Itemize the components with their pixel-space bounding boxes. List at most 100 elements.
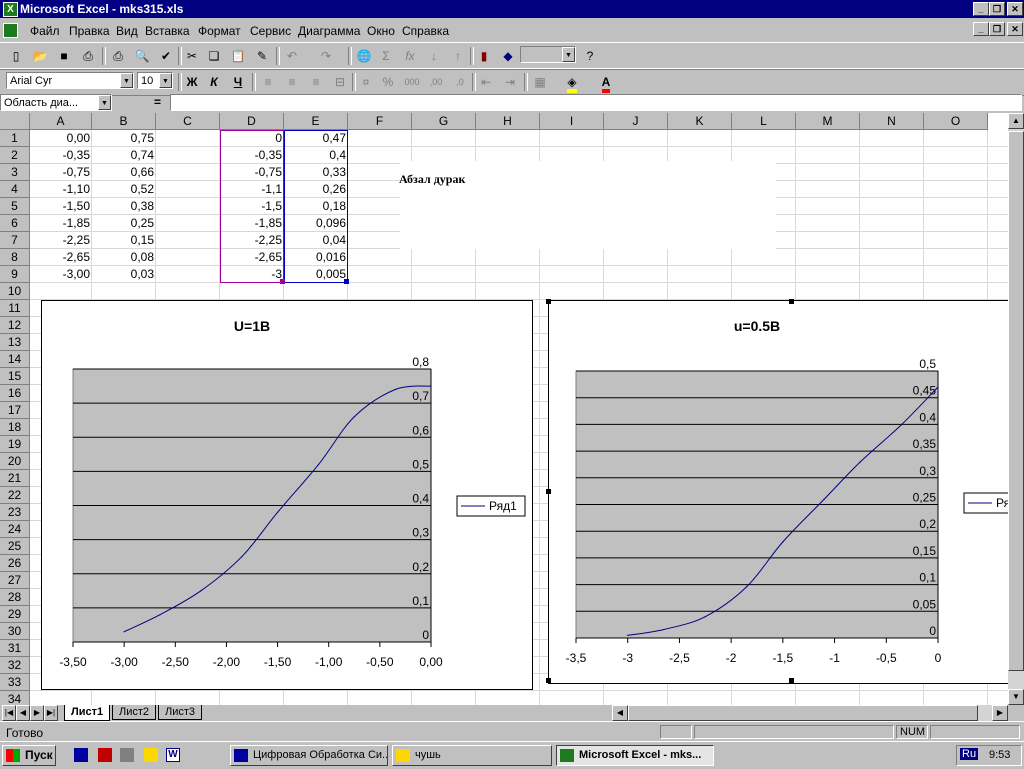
name-box[interactable]: Область диа... ▼	[0, 94, 112, 111]
quicklaunch-4-icon[interactable]	[144, 748, 158, 762]
y-range-handle[interactable]	[344, 279, 349, 284]
row-header-32[interactable]: 32	[0, 657, 30, 674]
workbook-icon[interactable]	[3, 23, 18, 38]
row-header-6[interactable]: 6	[0, 215, 30, 232]
row-header-23[interactable]: 23	[0, 504, 30, 521]
spelling-icon[interactable]: ✔	[156, 46, 176, 66]
column-header-i[interactable]: I	[540, 113, 604, 130]
row-header-30[interactable]: 30	[0, 623, 30, 640]
menu-chart[interactable]: Диаграмма	[298, 24, 360, 38]
increase-decimal-button[interactable]: ,00	[426, 72, 446, 92]
borders-icon[interactable]: ▦	[530, 72, 550, 92]
last-sheet-button[interactable]: ▶|	[44, 705, 58, 721]
chart-handle-bc[interactable]	[789, 678, 794, 683]
cell-b9[interactable]: 0,03	[92, 266, 156, 283]
column-header-c[interactable]: C	[156, 113, 220, 130]
print-preview-icon[interactable]: ⎙	[78, 46, 98, 66]
scroll-thumb[interactable]	[1008, 131, 1024, 671]
align-right-icon[interactable]: ≡	[306, 72, 326, 92]
sort-asc-icon[interactable]: ↓	[424, 46, 444, 66]
preview-icon[interactable]: 🔍	[132, 46, 152, 66]
currency-icon[interactable]: ¤	[356, 72, 376, 92]
start-button[interactable]: Пуск	[2, 745, 56, 766]
drawing-icon[interactable]: ◆	[498, 46, 518, 66]
column-header-f[interactable]: F	[348, 113, 412, 130]
chart-handle-tc[interactable]	[789, 299, 794, 304]
quicklaunch-3-icon[interactable]	[120, 748, 134, 762]
row-header-8[interactable]: 8	[0, 249, 30, 266]
row-header-25[interactable]: 25	[0, 538, 30, 555]
menu-edit[interactable]: Правка	[69, 24, 110, 38]
x-range-handle[interactable]	[280, 279, 285, 284]
align-center-icon[interactable]: ≡	[282, 72, 302, 92]
column-header-k[interactable]: K	[668, 113, 732, 130]
save-icon[interactable]: ■	[54, 46, 74, 66]
excel-app-icon[interactable]: X	[3, 2, 18, 17]
column-header-e[interactable]: E	[284, 113, 348, 130]
menu-window[interactable]: Окно	[367, 24, 395, 38]
menu-format[interactable]: Формат	[198, 24, 241, 38]
row-header-20[interactable]: 20	[0, 453, 30, 470]
cell-a6[interactable]: -1,85	[30, 215, 92, 232]
prev-sheet-button[interactable]: ◀	[16, 705, 30, 721]
cell-b2[interactable]: 0,74	[92, 147, 156, 164]
row-header-9[interactable]: 9	[0, 266, 30, 283]
font-name-combo[interactable]: Arial Cyr ▼	[6, 72, 134, 89]
chart-handle-bl[interactable]	[546, 678, 551, 683]
font-size-combo[interactable]: 10 ▼	[137, 72, 173, 89]
task-excel[interactable]: Microsoft Excel - mks...	[556, 745, 714, 766]
column-header-l[interactable]: L	[732, 113, 796, 130]
column-header-h[interactable]: H	[476, 113, 540, 130]
cell-a4[interactable]: -1,10	[30, 181, 92, 198]
worksheet-grid[interactable]: ABCDEFGHIJKLMNO 1 2 3 4 5 6 7 8 9 10 11 12 13 14 15 16 1…	[0, 113, 1008, 705]
decrease-decimal-button[interactable]: ,0	[450, 72, 470, 92]
cell-a3[interactable]: -0,75	[30, 164, 92, 181]
percent-button[interactable]: %	[378, 72, 398, 92]
cell-a8[interactable]: -2,65	[30, 249, 92, 266]
font-color-icon[interactable]: A	[596, 72, 616, 93]
column-header-o[interactable]: O	[924, 113, 988, 130]
row-header-12[interactable]: 12	[0, 317, 30, 334]
help-icon[interactable]: ?	[580, 46, 600, 66]
row-header-10[interactable]: 10	[0, 283, 30, 300]
cell-a1[interactable]: 0,00	[30, 130, 92, 147]
row-header-27[interactable]: 27	[0, 572, 30, 589]
row-header-19[interactable]: 19	[0, 436, 30, 453]
task-folder[interactable]: чушь	[392, 745, 552, 766]
menu-file[interactable]: Файл	[30, 24, 60, 38]
bold-button[interactable]: Ж	[182, 72, 202, 92]
row-header-34[interactable]: 34	[0, 691, 30, 705]
merge-center-icon[interactable]: ⊟	[330, 72, 350, 92]
row-header-31[interactable]: 31	[0, 640, 30, 657]
close-button[interactable]: ✕	[1007, 2, 1023, 16]
cell-b5[interactable]: 0,38	[92, 198, 156, 215]
align-left-icon[interactable]: ≡	[258, 72, 278, 92]
chart-wizard-icon[interactable]: ▮	[474, 46, 494, 66]
formula-input[interactable]	[170, 94, 1022, 111]
row-header-11[interactable]: 11	[0, 300, 30, 317]
cell-b8[interactable]: 0,08	[92, 249, 156, 266]
row-header-14[interactable]: 14	[0, 351, 30, 368]
row-header-5[interactable]: 5	[0, 198, 30, 215]
horizontal-scrollbar[interactable]: ◀ ▶	[612, 705, 1008, 721]
row-header-3[interactable]: 3	[0, 164, 30, 181]
cell-a7[interactable]: -2,25	[30, 232, 92, 249]
open-icon[interactable]: 📂	[30, 46, 50, 66]
menu-help[interactable]: Справка	[402, 24, 449, 38]
row-header-17[interactable]: 17	[0, 402, 30, 419]
hscroll-thumb[interactable]	[628, 705, 978, 721]
column-header-d[interactable]: D	[220, 113, 284, 130]
quicklaunch-1-icon[interactable]	[74, 748, 88, 762]
row-header-26[interactable]: 26	[0, 555, 30, 572]
row-header-33[interactable]: 33	[0, 674, 30, 691]
column-header-b[interactable]: B	[92, 113, 156, 130]
scroll-up-button[interactable]: ▲	[1008, 113, 1024, 129]
row-header-29[interactable]: 29	[0, 606, 30, 623]
column-header-g[interactable]: G	[412, 113, 476, 130]
minimize-button[interactable]: _	[973, 2, 989, 16]
fill-color-icon[interactable]: ◈	[562, 72, 582, 93]
cell-b3[interactable]: 0,66	[92, 164, 156, 181]
sort-desc-icon[interactable]: ↑	[448, 46, 468, 66]
column-header-m[interactable]: M	[796, 113, 860, 130]
select-all-corner[interactable]	[0, 113, 30, 130]
